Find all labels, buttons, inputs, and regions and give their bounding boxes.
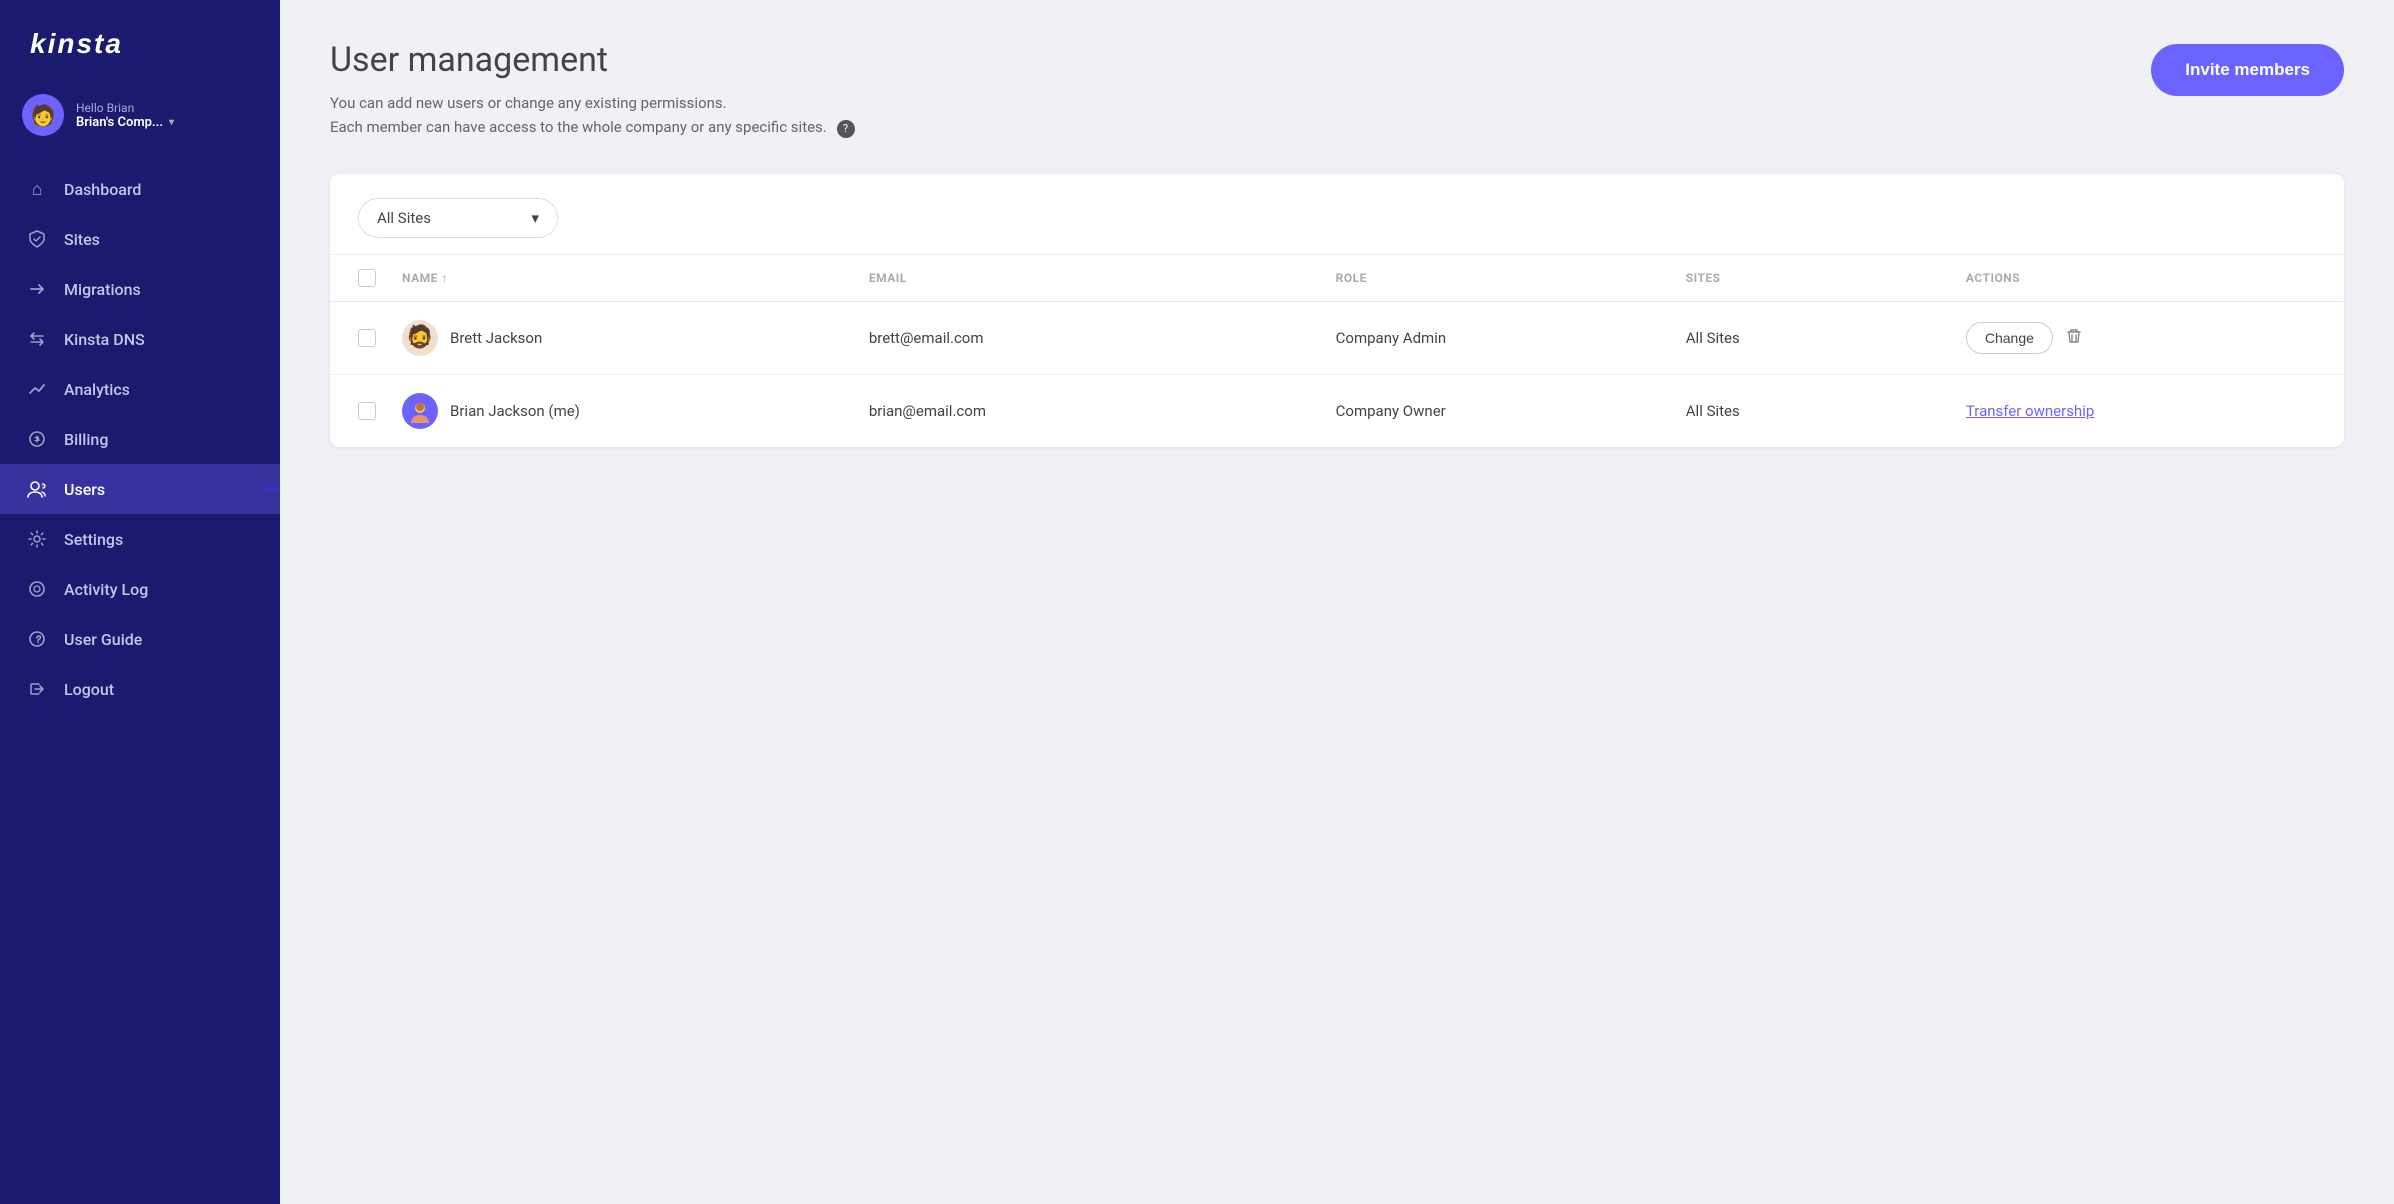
sidebar-item-label: Billing (64, 430, 108, 449)
home-icon: ⌂ (26, 178, 48, 200)
user-section[interactable]: 🧑 Hello Brian Brian's Comp... ▾ (0, 80, 280, 156)
sidebar-item-label: Dashboard (64, 180, 141, 199)
actions-col-header: ACTIONS (1966, 271, 2316, 285)
pointer-arrow (260, 469, 280, 509)
row-checkbox[interactable] (358, 329, 376, 347)
nav-menu: ⌂ Dashboard Sites Migrations (0, 156, 280, 722)
role-cell: Company Admin (1336, 329, 1686, 347)
analytics-icon (26, 378, 48, 400)
billing-icon (26, 428, 48, 450)
user-company: Brian's Comp... ▾ (76, 115, 258, 130)
row-checkbox[interactable] (358, 402, 376, 420)
user-name: Brian Jackson (me) (450, 402, 580, 420)
sidebar-item-user-guide[interactable]: User Guide (0, 614, 280, 664)
activity-log-icon (26, 578, 48, 600)
sidebar-item-billing[interactable]: Billing (0, 414, 280, 464)
user-info: Hello Brian Brian's Comp... ▾ (76, 101, 258, 130)
checkbox-col-header (358, 269, 402, 287)
help-icon[interactable]: ? (837, 120, 855, 138)
all-sites-filter[interactable]: All Sites ▾ (358, 198, 558, 238)
sidebar-item-users[interactable]: Users (0, 464, 280, 514)
sites-cell: All Sites (1686, 329, 1966, 347)
page-description-1: You can add new users or change any exis… (330, 94, 855, 112)
users-card: All Sites ▾ NAME ↑ EMAIL ROLE SITES ACTI… (330, 174, 2344, 447)
users-table: NAME ↑ EMAIL ROLE SITES ACTIONS 🧔 Brett … (330, 255, 2344, 447)
role-cell: Company Owner (1336, 402, 1686, 420)
logout-icon (26, 678, 48, 700)
table-row: 🧔 Brett Jackson brett@email.com Company … (330, 302, 2344, 375)
sidebar-item-analytics[interactable]: Analytics (0, 364, 280, 414)
settings-icon (26, 528, 48, 550)
row-checkbox-cell (358, 402, 402, 420)
email-cell: brian@email.com (869, 402, 1336, 420)
table-header: NAME ↑ EMAIL ROLE SITES ACTIONS (330, 255, 2344, 302)
users-icon (26, 478, 48, 500)
sidebar-item-logout[interactable]: Logout (0, 664, 280, 714)
sidebar-item-label: Logout (64, 680, 114, 699)
user-name: Brett Jackson (450, 329, 542, 347)
sidebar-item-label: Settings (64, 530, 123, 549)
migrations-icon (26, 278, 48, 300)
delete-icon[interactable] (2065, 327, 2083, 349)
sidebar-item-dashboard[interactable]: ⌂ Dashboard (0, 164, 280, 214)
logo: kinsta (0, 0, 280, 80)
page-header: User management You can add new users or… (330, 40, 2344, 144)
name-cell: 🧔 Brett Jackson (402, 320, 869, 356)
avatar: 🧑 (22, 94, 64, 136)
email-col-header: EMAIL (869, 271, 1336, 285)
name-cell: Brian Jackson (me) (402, 393, 869, 429)
page-title: User management (330, 40, 855, 80)
user-greeting: Hello Brian (76, 101, 258, 115)
sidebar-item-settings[interactable]: Settings (0, 514, 280, 564)
select-all-checkbox[interactable] (358, 269, 376, 287)
main-content: User management You can add new users or… (280, 0, 2394, 1204)
avatar (402, 393, 438, 429)
sidebar-item-label: Migrations (64, 280, 141, 299)
sidebar-item-activity-log[interactable]: Activity Log (0, 564, 280, 614)
table-row: Brian Jackson (me) brian@email.com Compa… (330, 375, 2344, 447)
sidebar-item-sites[interactable]: Sites (0, 214, 280, 264)
role-col-header: ROLE (1336, 271, 1686, 285)
header-left: User management You can add new users or… (330, 40, 855, 144)
sidebar-item-label: Sites (64, 230, 100, 249)
sort-icon: ↑ (441, 271, 448, 285)
sidebar-item-label: Analytics (64, 380, 130, 399)
chevron-down-icon: ▾ (531, 209, 539, 227)
sidebar-item-label: User Guide (64, 630, 142, 649)
sidebar-item-label: Activity Log (64, 580, 148, 599)
sites-icon (26, 228, 48, 250)
transfer-ownership-link[interactable]: Transfer ownership (1966, 402, 2094, 420)
avatar: 🧔 (402, 320, 438, 356)
filter-label: All Sites (377, 209, 431, 227)
invite-members-button[interactable]: Invite members (2151, 44, 2344, 96)
email-cell: brett@email.com (869, 329, 1336, 347)
user-guide-icon (26, 628, 48, 650)
name-col-header: NAME ↑ (402, 271, 869, 285)
card-header: All Sites ▾ (330, 174, 2344, 255)
chevron-down-icon: ▾ (169, 117, 174, 128)
sidebar-item-label: Users (64, 480, 105, 499)
actions-cell: Change (1966, 322, 2316, 354)
page-description-2: Each member can have access to the whole… (330, 118, 855, 138)
row-checkbox-cell (358, 329, 402, 347)
sidebar-item-kinsta-dns[interactable]: Kinsta DNS (0, 314, 280, 364)
actions-cell: Transfer ownership (1966, 402, 2316, 420)
change-button[interactable]: Change (1966, 322, 2053, 354)
sidebar-item-label: Kinsta DNS (64, 330, 145, 349)
dns-icon (26, 328, 48, 350)
sites-cell: All Sites (1686, 402, 1966, 420)
sidebar: kinsta 🧑 Hello Brian Brian's Comp... ▾ ⌂… (0, 0, 280, 1204)
sidebar-item-migrations[interactable]: Migrations (0, 264, 280, 314)
sites-col-header: SITES (1686, 271, 1966, 285)
